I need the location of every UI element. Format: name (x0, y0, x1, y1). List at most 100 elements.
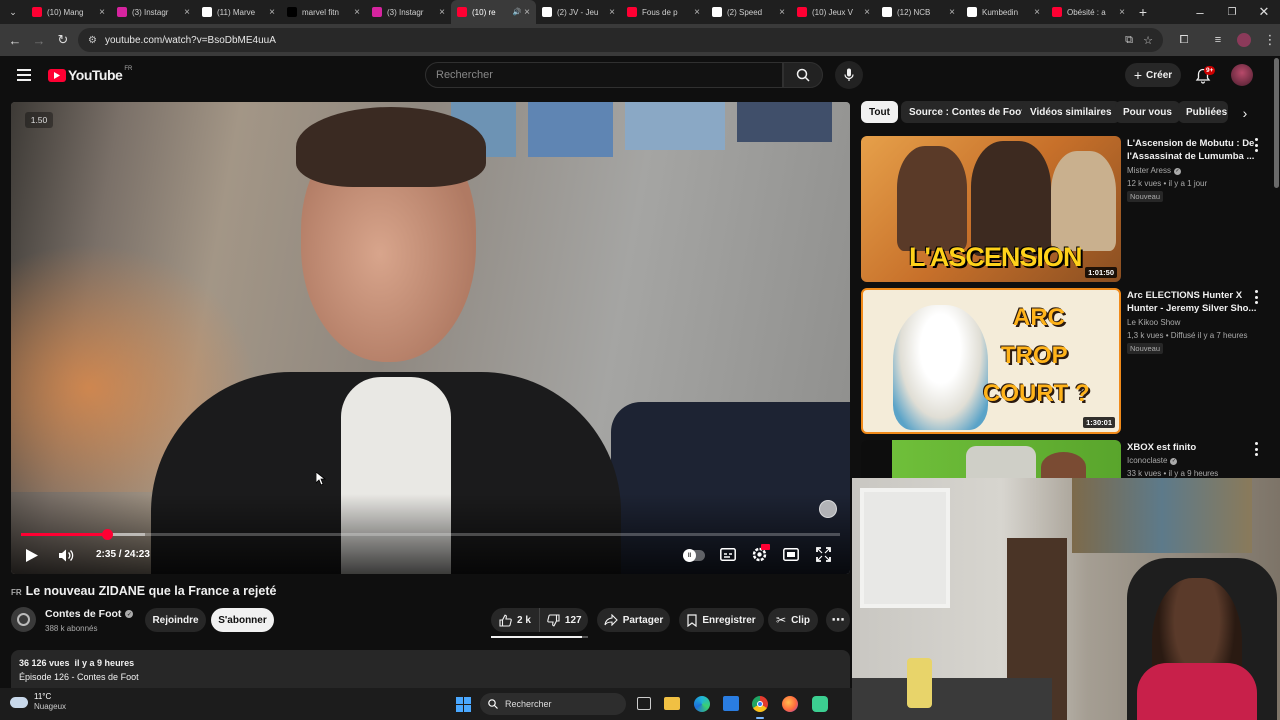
browser-tab[interactable]: (11) Marve × (196, 0, 281, 24)
site-info-icon[interactable]: ⚙ (88, 35, 97, 46)
rec-thumbnail[interactable]: ARC TROP COURT ? 1:30:01 (861, 288, 1121, 434)
bookmark-star-icon[interactable]: ☆ (1143, 34, 1153, 47)
browser-menu-icon[interactable]: ⋮ (1258, 28, 1280, 52)
browser-tab[interactable]: (10) Jeux V × (791, 0, 876, 24)
youtube-logo[interactable]: YouTube FR (48, 66, 132, 83)
browser-tab[interactable]: (2) JV - Jeu × (536, 0, 621, 24)
rec-channel[interactable]: Le Kikoo Show (1127, 317, 1180, 329)
like-button[interactable]: 2 k (491, 608, 540, 632)
close-tab-icon[interactable]: × (269, 7, 275, 18)
browser-tab[interactable]: (3) Instagr × (366, 0, 451, 24)
chips-next-button[interactable]: › (1236, 104, 1254, 122)
rec-menu-icon[interactable] (1254, 442, 1258, 456)
close-tab-icon[interactable]: × (779, 7, 785, 18)
close-tab-icon[interactable]: × (1034, 7, 1040, 18)
new-tab-icon[interactable]: + (1131, 0, 1155, 24)
game-app-icon[interactable] (812, 696, 828, 712)
search-button[interactable] (783, 62, 823, 88)
extensions-icon[interactable]: ⧠ (1172, 28, 1196, 52)
channel-avatar[interactable] (11, 607, 36, 632)
chip-similar[interactable]: Vidéos similaires (1022, 101, 1120, 123)
tab-search-icon[interactable]: ⌄ (0, 0, 26, 24)
clip-button[interactable]: ✂ Clip (768, 608, 818, 632)
minimize-icon[interactable]: – (1184, 0, 1216, 24)
audio-playing-icon[interactable]: 🔊 (512, 8, 521, 16)
browser-tab[interactable]: Kumbedin × (961, 0, 1046, 24)
store-icon[interactable] (723, 696, 739, 711)
close-window-icon[interactable]: ✕ (1248, 0, 1280, 24)
media-controls-icon[interactable]: ≡ (1206, 28, 1230, 52)
firefox-icon[interactable] (782, 696, 798, 712)
file-explorer-icon[interactable] (664, 697, 680, 710)
fullscreen-button[interactable] (816, 547, 831, 567)
subscribe-button[interactable]: S'abonner (211, 608, 274, 632)
close-tab-icon[interactable]: × (439, 7, 445, 18)
rec-title[interactable]: Arc ELECTIONS Hunter X (1127, 289, 1242, 302)
browser-tab[interactable]: (2) Speed × (706, 0, 791, 24)
restore-icon[interactable]: ❐ (1216, 0, 1248, 24)
reload-icon[interactable]: ↻ (51, 28, 75, 52)
hamburger-menu-icon[interactable] (17, 69, 31, 81)
more-actions-button[interactable]: ⋯ (826, 608, 850, 632)
notifications-button[interactable]: 9+ (1195, 64, 1216, 86)
rec-channel[interactable]: Mister Aress ✓ (1127, 165, 1182, 177)
start-button[interactable] (456, 697, 471, 712)
play-button[interactable] (25, 548, 39, 568)
chip-source[interactable]: Source : Contes de Foot (901, 101, 1033, 123)
dislike-button[interactable]: 127 (540, 613, 582, 627)
channel-watermark-icon[interactable] (819, 500, 837, 518)
chip-for-you[interactable]: Pour vous (1115, 101, 1180, 123)
chip-published[interactable]: Publiées (1178, 101, 1228, 123)
taskbar-search[interactable]: Rechercher (480, 693, 626, 715)
share-button[interactable]: Partager (597, 608, 670, 632)
join-button[interactable]: Rejoindre (145, 608, 206, 632)
task-view-icon[interactable] (637, 697, 651, 710)
description-box[interactable]: 36 126 vues il y a 9 heures Épisode 126 … (11, 650, 850, 688)
account-avatar[interactable] (1231, 64, 1253, 86)
close-tab-icon[interactable]: × (864, 7, 870, 18)
browser-tab[interactable]: (3) Instagr × (111, 0, 196, 24)
close-tab-icon[interactable]: × (1119, 7, 1125, 18)
autoplay-toggle[interactable]: II (683, 549, 705, 562)
install-app-icon[interactable]: ⧉ (1125, 34, 1133, 47)
close-tab-icon[interactable]: × (184, 7, 190, 18)
miniplayer-button[interactable] (783, 548, 799, 566)
video-player[interactable]: 1.50 2:35 / 24:23 II (11, 102, 850, 574)
channel-name[interactable]: Contes de Foot ✓ (45, 608, 134, 620)
browser-tab[interactable]: marvel fitn × (281, 0, 366, 24)
back-icon[interactable]: ← (3, 28, 27, 52)
browser-tab[interactable]: Fous de p × (621, 0, 706, 24)
profile-icon[interactable] (1232, 28, 1256, 52)
rec-title[interactable]: L'Ascension de Mobutu : De (1127, 137, 1254, 150)
rec-title-cont[interactable]: Hunter - Jeremy Silver Sho... (1127, 302, 1256, 315)
browser-tab[interactable]: Obésité : a × (1046, 0, 1131, 24)
chip-tout[interactable]: Tout (861, 101, 898, 123)
browser-tab[interactable]: (10) Mang × (26, 0, 111, 24)
save-button[interactable]: Enregistrer (679, 608, 764, 632)
volume-button[interactable] (58, 548, 74, 568)
rec-thumbnail[interactable]: L'ASCENSION 1:01:50 (861, 136, 1121, 282)
weather-widget[interactable]: 11°C Nuageux (10, 692, 66, 712)
page-scrollbar[interactable] (1274, 58, 1279, 188)
close-tab-icon[interactable]: × (524, 7, 530, 18)
forward-icon[interactable]: → (27, 28, 51, 52)
close-tab-icon[interactable]: × (694, 7, 700, 18)
close-tab-icon[interactable]: × (354, 7, 360, 18)
edge-icon[interactable] (694, 696, 710, 712)
search-input[interactable]: Rechercher (425, 62, 783, 88)
settings-button[interactable] (751, 544, 770, 568)
subtitles-button[interactable] (720, 548, 736, 566)
browser-tab[interactable]: (12) NCB × (876, 0, 961, 24)
address-bar[interactable]: ⚙ youtube.com/watch?v=BsoDbME4uuA ⧉ ☆ (78, 28, 1163, 52)
rec-menu-icon[interactable] (1254, 138, 1258, 152)
browser-tab[interactable]: (10) re 🔊 × (451, 0, 536, 24)
rec-title-cont[interactable]: l'Assassinat de Lumumba ... (1127, 150, 1254, 163)
create-button[interactable]: + Créer (1125, 63, 1181, 87)
rec-title[interactable]: XBOX est finito (1127, 441, 1196, 454)
progress-bar[interactable] (21, 529, 840, 540)
voice-search-button[interactable] (835, 61, 863, 89)
chrome-icon[interactable] (752, 696, 768, 712)
close-tab-icon[interactable]: × (609, 7, 615, 18)
rec-thumbnail[interactable] (861, 440, 1121, 478)
close-tab-icon[interactable]: × (949, 7, 955, 18)
